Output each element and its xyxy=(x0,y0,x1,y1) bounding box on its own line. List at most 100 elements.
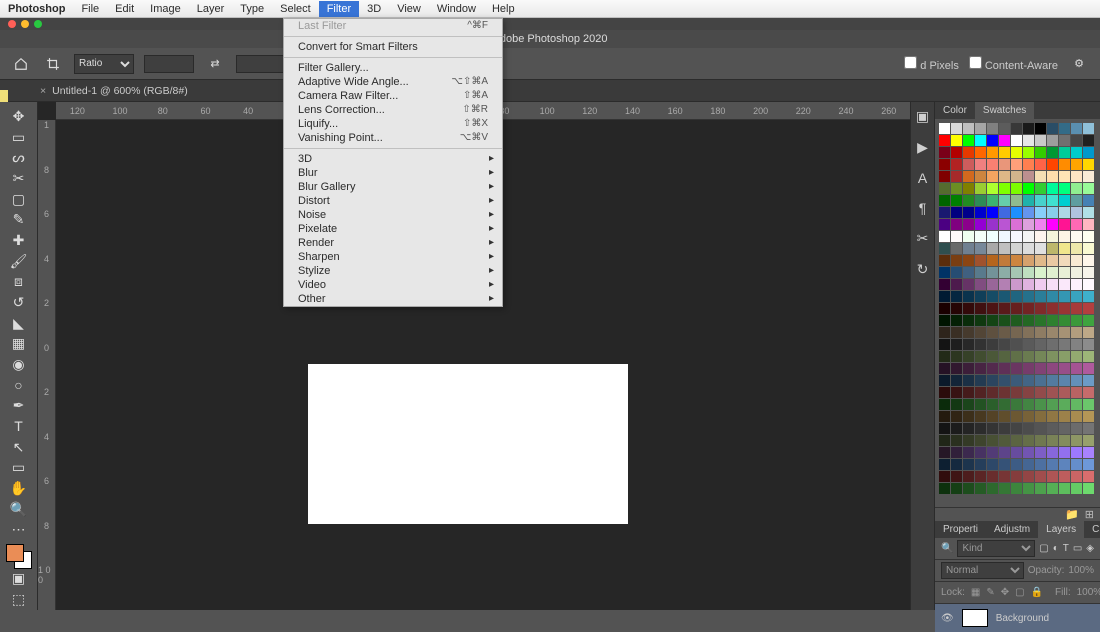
swatch[interactable] xyxy=(963,267,974,278)
swatch[interactable] xyxy=(951,423,962,434)
tab-layers[interactable]: Layers xyxy=(1038,521,1084,538)
menu-item-stylize[interactable]: Stylize xyxy=(284,264,502,278)
swatch[interactable] xyxy=(1023,267,1034,278)
swatch[interactable] xyxy=(1083,123,1094,134)
swatch[interactable] xyxy=(939,423,950,434)
swatch[interactable] xyxy=(939,447,950,458)
swatch[interactable] xyxy=(999,387,1010,398)
swatch[interactable] xyxy=(975,231,986,242)
swatch[interactable] xyxy=(951,159,962,170)
swatch[interactable] xyxy=(1035,231,1046,242)
swatch[interactable] xyxy=(1011,471,1022,482)
swatch[interactable] xyxy=(987,459,998,470)
swatch[interactable] xyxy=(939,195,950,206)
swatch[interactable] xyxy=(1023,339,1034,350)
swatch[interactable] xyxy=(1059,255,1070,266)
tab-channel[interactable]: Channel xyxy=(1084,521,1100,538)
swatch[interactable] xyxy=(1011,315,1022,326)
swatch[interactable] xyxy=(1023,279,1034,290)
swatch[interactable] xyxy=(1035,411,1046,422)
minimize-window-icon[interactable] xyxy=(21,20,29,28)
swatch[interactable] xyxy=(951,279,962,290)
menu-item-convert-for-smart-filters[interactable]: Convert for Smart Filters xyxy=(284,40,502,54)
swatch[interactable] xyxy=(1047,195,1058,206)
swatch[interactable] xyxy=(1023,315,1034,326)
swatch[interactable] xyxy=(999,219,1010,230)
swatch[interactable] xyxy=(1083,255,1094,266)
fill-value[interactable]: 100% xyxy=(1077,587,1100,598)
swatch[interactable] xyxy=(951,219,962,230)
swatch[interactable] xyxy=(951,459,962,470)
swatch[interactable] xyxy=(1047,351,1058,362)
swatch[interactable] xyxy=(939,315,950,326)
swatch[interactable] xyxy=(1059,171,1070,182)
swatch[interactable] xyxy=(1011,123,1022,134)
swatch[interactable] xyxy=(1083,411,1094,422)
swatch[interactable] xyxy=(999,315,1010,326)
swatch[interactable] xyxy=(1071,291,1082,302)
swatch[interactable] xyxy=(1035,291,1046,302)
swatch[interactable] xyxy=(963,387,974,398)
rail-history-icon[interactable]: ↻ xyxy=(917,261,929,278)
layer-name[interactable]: Background xyxy=(996,613,1049,624)
swatch[interactable] xyxy=(975,423,986,434)
swatch[interactable] xyxy=(1071,303,1082,314)
swatch[interactable] xyxy=(987,207,998,218)
swatch[interactable] xyxy=(1023,423,1034,434)
swatch[interactable] xyxy=(999,471,1010,482)
swatch[interactable] xyxy=(1083,375,1094,386)
swatch[interactable] xyxy=(1059,267,1070,278)
swatch[interactable] xyxy=(1083,471,1094,482)
swatch[interactable] xyxy=(1035,279,1046,290)
swatch[interactable] xyxy=(1035,339,1046,350)
swatch[interactable] xyxy=(951,171,962,182)
search-icon[interactable]: 🔍 xyxy=(941,543,953,554)
swatch[interactable] xyxy=(1035,147,1046,158)
swatch[interactable] xyxy=(975,159,986,170)
swatch[interactable] xyxy=(939,207,950,218)
ratio-select[interactable]: Ratio xyxy=(74,54,134,74)
swatch[interactable] xyxy=(999,327,1010,338)
menu-item-video[interactable]: Video xyxy=(284,278,502,292)
swatch[interactable] xyxy=(1059,411,1070,422)
tab-adjustm[interactable]: Adjustm xyxy=(986,521,1038,538)
menu-file[interactable]: File xyxy=(73,1,107,17)
swatch[interactable] xyxy=(999,411,1010,422)
foreground-background-swatch[interactable] xyxy=(6,544,32,568)
swatch[interactable] xyxy=(1071,387,1082,398)
swatch[interactable] xyxy=(1035,207,1046,218)
swatch[interactable] xyxy=(939,255,950,266)
swatch[interactable] xyxy=(963,243,974,254)
swatch[interactable] xyxy=(1071,231,1082,242)
swatch[interactable] xyxy=(975,447,986,458)
swatch[interactable] xyxy=(1011,159,1022,170)
pen-tool-icon[interactable]: ✒ xyxy=(5,395,33,416)
swatch[interactable] xyxy=(975,243,986,254)
swatch[interactable] xyxy=(1011,195,1022,206)
swatch[interactable] xyxy=(1023,243,1034,254)
swatch[interactable] xyxy=(1059,303,1070,314)
swatch[interactable] xyxy=(987,135,998,146)
swatch[interactable] xyxy=(1035,255,1046,266)
swatch[interactable] xyxy=(1083,195,1094,206)
swatch[interactable] xyxy=(987,375,998,386)
swatch[interactable] xyxy=(951,183,962,194)
menu-image[interactable]: Image xyxy=(142,1,189,17)
swatch[interactable] xyxy=(1083,303,1094,314)
swatch[interactable] xyxy=(1011,231,1022,242)
swatch[interactable] xyxy=(1023,183,1034,194)
swatch[interactable] xyxy=(1023,171,1034,182)
brush-tool-icon[interactable]: 🖌 xyxy=(5,251,33,272)
swatch[interactable] xyxy=(1011,267,1022,278)
swatch[interactable] xyxy=(1059,471,1070,482)
swatch[interactable] xyxy=(939,279,950,290)
swatch[interactable] xyxy=(999,423,1010,434)
swatch[interactable] xyxy=(1083,447,1094,458)
swatch[interactable] xyxy=(963,207,974,218)
swatch[interactable] xyxy=(1071,195,1082,206)
swatch[interactable] xyxy=(987,147,998,158)
swatch[interactable] xyxy=(1023,123,1034,134)
eraser-tool-icon[interactable]: ◣ xyxy=(5,313,33,334)
swatch[interactable] xyxy=(1011,147,1022,158)
swatch[interactable] xyxy=(1047,255,1058,266)
